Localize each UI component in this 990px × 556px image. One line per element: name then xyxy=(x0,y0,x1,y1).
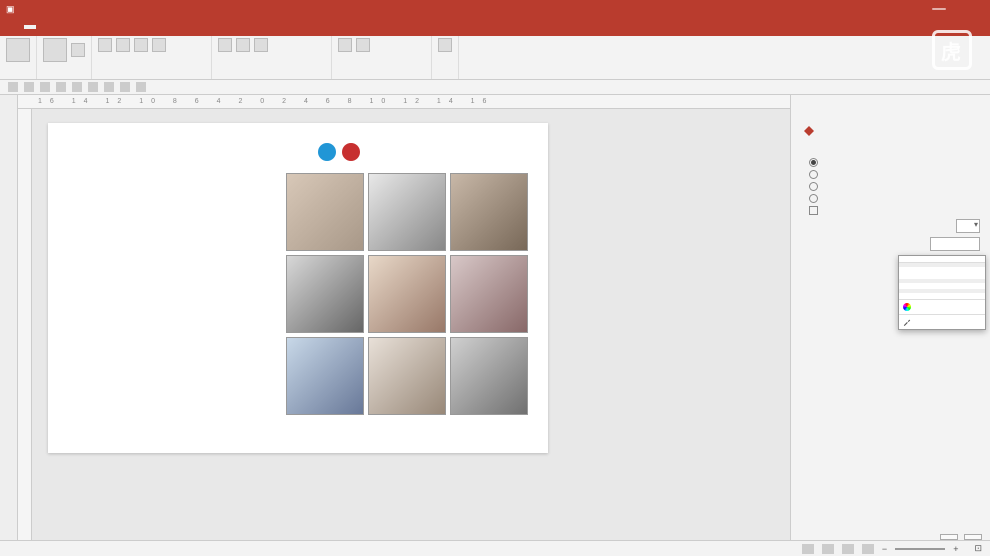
view-reading-icon[interactable] xyxy=(842,544,854,554)
app-icon: ▣ xyxy=(6,4,15,15)
slide[interactable] xyxy=(48,123,548,453)
new-slide-icon[interactable] xyxy=(43,38,67,62)
fill-tab-icon[interactable] xyxy=(801,123,817,139)
tab-home[interactable] xyxy=(24,25,36,29)
qat-icon-7[interactable] xyxy=(104,82,114,92)
qat-icon-4[interactable] xyxy=(56,82,66,92)
zoom-in-icon[interactable]: + xyxy=(953,544,958,554)
radio-picture-fill[interactable] xyxy=(809,182,980,191)
view-slideshow-icon[interactable] xyxy=(862,544,874,554)
paste-icon[interactable] xyxy=(6,38,30,62)
view-sorter-icon[interactable] xyxy=(822,544,834,554)
photo-grid xyxy=(286,173,528,415)
zoom-out-icon[interactable]: − xyxy=(882,544,887,554)
font-color-icon[interactable] xyxy=(152,38,166,52)
photo-1 xyxy=(286,173,364,251)
find-icon[interactable] xyxy=(438,38,452,52)
photo-9 xyxy=(450,337,528,415)
quick-access-toolbar xyxy=(0,80,990,95)
radio-solid-fill[interactable] xyxy=(809,158,980,167)
qat-icon-9[interactable] xyxy=(136,82,146,92)
color-popup xyxy=(898,255,986,330)
shapes-icon[interactable] xyxy=(338,38,352,52)
qat-redo-icon[interactable] xyxy=(40,82,50,92)
ribbon xyxy=(0,36,990,80)
bullets-icon[interactable] xyxy=(218,38,232,52)
radio-pattern-fill[interactable] xyxy=(809,194,980,203)
titlebar: ▣ xyxy=(0,0,990,18)
photo-3 xyxy=(450,173,528,251)
photo-2 xyxy=(368,173,446,251)
color-picker-button[interactable] xyxy=(956,219,980,233)
qat-icon-6[interactable] xyxy=(88,82,98,92)
bold-icon[interactable] xyxy=(98,38,112,52)
blue-circle xyxy=(318,143,336,161)
photo-6 xyxy=(450,255,528,333)
statusbar: − + ⊡ xyxy=(0,540,990,556)
align-icon[interactable] xyxy=(236,38,250,52)
red-circle xyxy=(342,143,360,161)
menubar xyxy=(0,18,990,36)
photo-8 xyxy=(368,337,446,415)
outline-pane[interactable] xyxy=(0,95,18,540)
more-colors[interactable] xyxy=(899,299,985,314)
checkbox-hide-bg[interactable] xyxy=(809,206,980,215)
photo-5 xyxy=(368,255,446,333)
format-background-panel xyxy=(790,95,990,540)
workspace: 16 14 12 10 8 6 4 2 0 2 4 6 8 10 12 14 1… xyxy=(0,95,990,540)
color-auto[interactable] xyxy=(899,256,985,263)
ruler-vertical xyxy=(18,109,32,540)
transparency-input[interactable] xyxy=(930,237,980,251)
zoom-slider[interactable] xyxy=(895,548,945,550)
radio-gradient-fill[interactable] xyxy=(809,170,980,179)
fit-window-icon[interactable]: ⊡ xyxy=(974,543,982,554)
underline-icon[interactable] xyxy=(134,38,148,52)
qat-icon-5[interactable] xyxy=(72,82,82,92)
canvas-area: 16 14 12 10 8 6 4 2 0 2 4 6 8 10 12 14 1… xyxy=(18,95,790,540)
eyedropper[interactable] xyxy=(899,314,985,329)
ruler-horizontal: 16 14 12 10 8 6 4 2 0 2 4 6 8 10 12 14 1… xyxy=(18,95,790,109)
smartart-icon[interactable] xyxy=(254,38,268,52)
photo-7 xyxy=(286,337,364,415)
photo-4 xyxy=(286,255,364,333)
qat-undo-icon[interactable] xyxy=(24,82,34,92)
arrange-icon[interactable] xyxy=(356,38,370,52)
qat-icon-8[interactable] xyxy=(120,82,130,92)
login-button[interactable] xyxy=(932,8,946,10)
italic-icon[interactable] xyxy=(116,38,130,52)
qat-save-icon[interactable] xyxy=(8,82,18,92)
layout-icon[interactable] xyxy=(71,43,85,57)
view-normal-icon[interactable] xyxy=(802,544,814,554)
